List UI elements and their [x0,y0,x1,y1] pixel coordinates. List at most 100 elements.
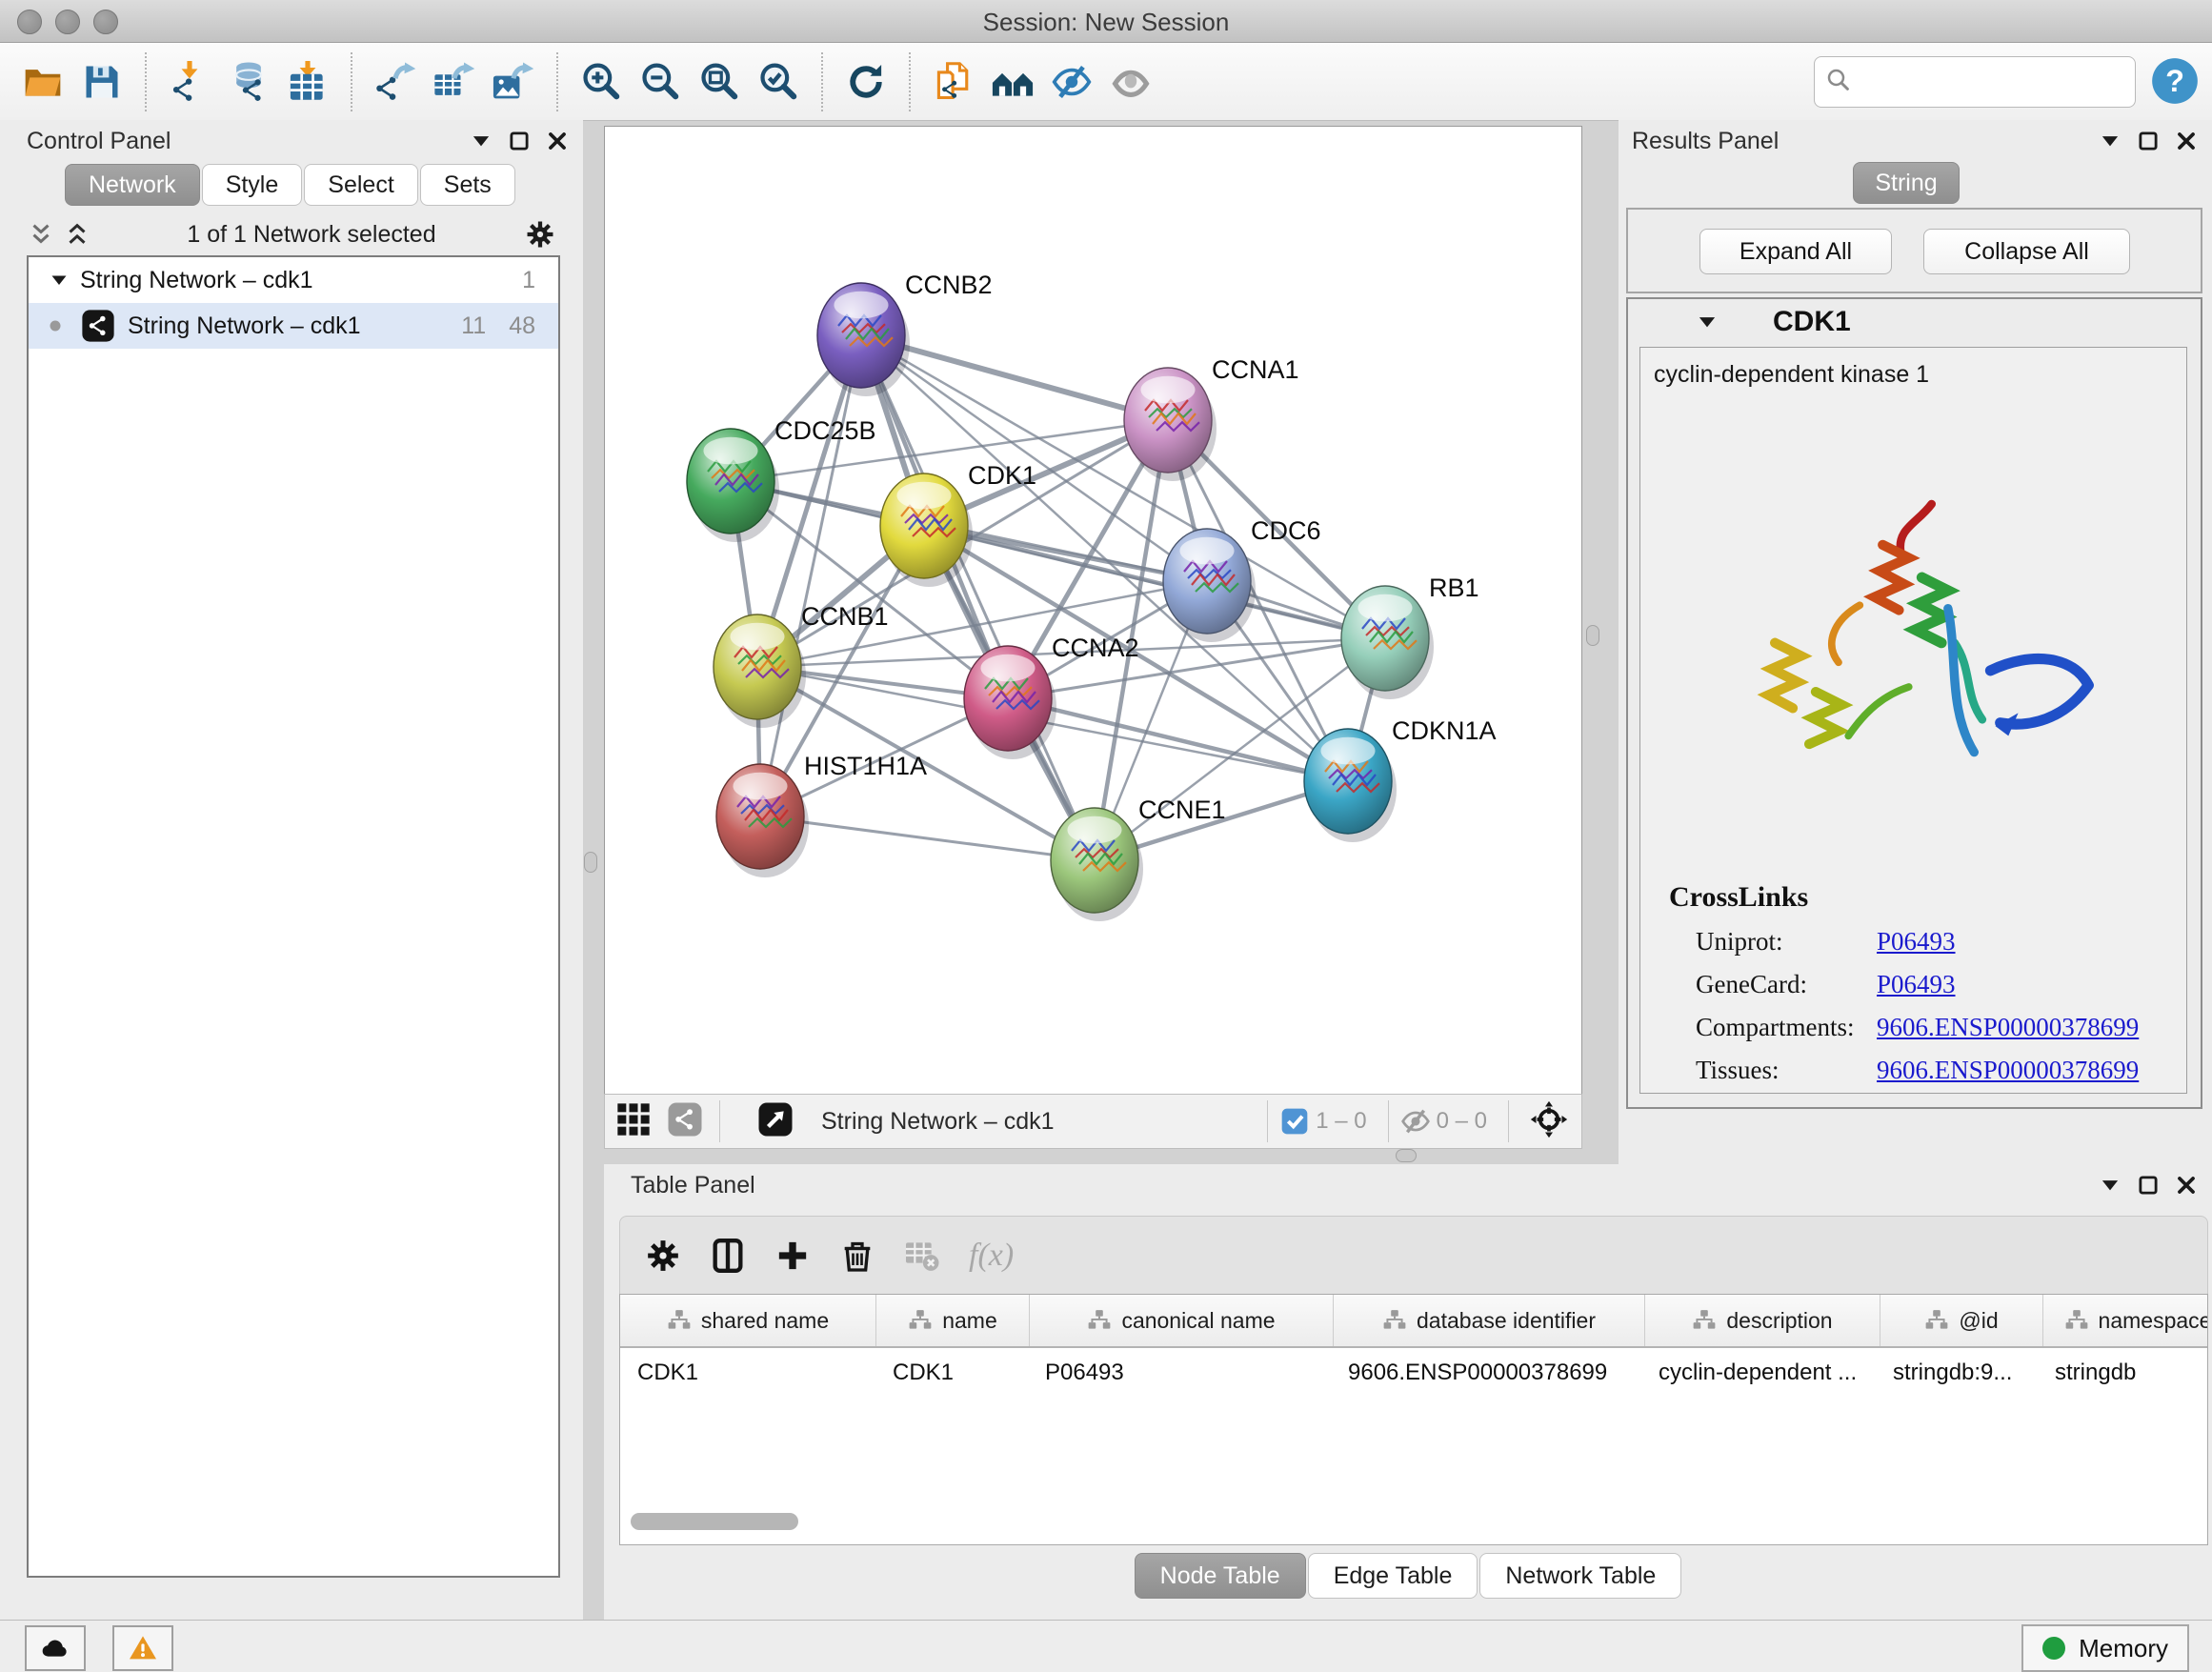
panel-menu-icon[interactable] [2098,1173,2122,1198]
column-header[interactable]: @id [1880,1295,2043,1346]
export-image-icon[interactable] [489,57,538,107]
float-panel-icon[interactable] [2136,129,2161,153]
memory-button[interactable]: Memory [2021,1624,2189,1672]
column-header[interactable]: canonical name [1030,1295,1334,1346]
import-table-icon[interactable] [283,57,332,107]
show-all-icon[interactable] [1106,57,1156,107]
selected-checkbox-icon[interactable] [1279,1106,1310,1137]
delete-column-icon[interactable] [835,1234,879,1278]
table-cell[interactable]: P06493 [1028,1360,1331,1386]
search-box[interactable] [1814,56,2136,108]
network-thumbnail-icon[interactable] [666,1100,708,1142]
gene-section: CDK1 cyclin-dependent kinase 1 [1626,297,2202,1109]
column-header[interactable]: database identifier [1334,1295,1645,1346]
column-header[interactable]: description [1645,1295,1880,1346]
column-header[interactable]: name [876,1295,1030,1346]
tab-style[interactable]: Style [202,164,303,206]
panel-menu-icon[interactable] [2098,129,2122,153]
export-table-icon[interactable] [430,57,479,107]
expand-collapse-box: Expand All Collapse All [1626,208,2202,293]
refresh-view-icon[interactable] [841,57,891,107]
node-table[interactable]: shared namenamecanonical namedatabase id… [619,1294,2208,1545]
first-neighbors-icon[interactable] [988,57,1037,107]
expand-collection-icon[interactable] [48,269,70,292]
network-view-title: String Network – cdk1 [821,1108,1256,1136]
table-header-row: shared namenamecanonical namedatabase id… [620,1295,2207,1348]
horizontal-scrollbar[interactable] [631,1513,798,1530]
fit-selected-crosshair-icon[interactable] [1530,1100,1572,1142]
control-panel-tabs: Network Style Select Sets [65,164,517,206]
network-graph[interactable]: CCNB2CCNA1CDC25BCDK1CDC6RB1CCNB1CCNA2CDK… [605,127,1581,1095]
table-panel-title: Table Panel [631,1172,755,1199]
import-network-database-icon[interactable] [224,57,273,107]
table-cell[interactable]: 9606.ENSP00000378699 [1331,1360,1641,1386]
tab-sets[interactable]: Sets [420,164,515,206]
results-panel-title: Results Panel [1632,128,1779,155]
column-header[interactable]: shared name [620,1295,876,1346]
close-panel-icon[interactable] [545,129,570,153]
splitter-handle[interactable] [584,852,597,873]
table-cell[interactable]: stringdb:9... [1876,1360,2038,1386]
zoom-out-icon[interactable] [635,57,685,107]
open-session-icon[interactable] [18,57,68,107]
zoom-in-icon[interactable] [576,57,626,107]
show-columns-icon[interactable] [706,1234,750,1278]
title-bar: Session: New Session [0,0,2212,43]
network-row[interactable]: String Network – cdk1 11 48 [29,303,558,349]
float-panel-icon[interactable] [2136,1173,2161,1198]
tab-node-table[interactable]: Node Table [1135,1553,1306,1599]
collapse-gene-icon[interactable] [1695,310,1719,334]
add-column-icon[interactable] [771,1234,814,1278]
column-header[interactable]: namespace [2043,1295,2208,1346]
collapse-all-icon[interactable] [27,220,55,249]
close-panel-icon[interactable] [2174,129,2199,153]
clone-network-icon[interactable] [929,57,978,107]
close-panel-icon[interactable] [2174,1173,2199,1198]
crosslink-compartments[interactable]: 9606.ENSP00000378699 [1877,1013,2139,1042]
import-network-file-icon[interactable] [165,57,214,107]
tab-select[interactable]: Select [304,164,417,206]
zoom-fit-icon[interactable] [694,57,744,107]
expand-all-button[interactable]: Expand All [1699,229,1892,274]
crosslink-uniprot[interactable]: P06493 [1877,927,1956,957]
svg-text:RB1: RB1 [1429,574,1479,602]
hidden-eye-icon[interactable] [1400,1106,1431,1137]
network-options-gear-icon[interactable] [524,218,556,251]
table-cell[interactable]: CDK1 [875,1360,1028,1386]
birdseye-grid-icon[interactable] [614,1100,656,1142]
tab-edge-table[interactable]: Edge Table [1308,1553,1478,1599]
tab-network[interactable]: Network [65,164,200,206]
collapse-all-button[interactable]: Collapse All [1923,229,2130,274]
table-row[interactable]: CDK1CDK1P064939606.ENSP00000378699cyclin… [620,1348,2207,1398]
export-network-icon[interactable] [371,57,420,107]
tab-string[interactable]: String [1853,162,1960,204]
panel-menu-icon[interactable] [469,129,493,153]
warnings-button[interactable] [112,1625,173,1671]
network-collection-row[interactable]: String Network – cdk1 1 [29,257,558,303]
gene-header-row[interactable]: CDK1 [1628,299,2201,345]
network-icon [80,308,116,344]
hide-selected-icon[interactable] [1047,57,1096,107]
crosslink-genecard[interactable]: P06493 [1877,970,1956,999]
table-cell[interactable]: CDK1 [620,1360,875,1386]
splitter-handle[interactable] [1586,625,1599,646]
detach-view-icon[interactable] [756,1100,798,1142]
tab-network-table[interactable]: Network Table [1479,1553,1681,1599]
svg-text:?: ? [2165,64,2184,98]
table-cell[interactable]: stringdb [2038,1360,2208,1386]
splitter-handle[interactable] [1396,1149,1417,1162]
table-options-gear-icon[interactable] [641,1234,685,1278]
network-canvas[interactable]: CCNB2CCNA1CDC25BCDK1CDC6RB1CCNB1CCNA2CDK… [604,126,1582,1096]
crosslink-tissues[interactable]: 9606.ENSP00000378699 [1877,1056,2139,1085]
table-cell[interactable]: cyclin-dependent ... [1641,1360,1876,1386]
save-session-icon[interactable] [77,57,127,107]
cloud-services-button[interactable] [25,1625,86,1671]
search-input[interactable] [1860,68,2160,96]
help-button[interactable]: ? [2150,56,2200,106]
zoom-selected-icon[interactable] [754,57,803,107]
network-label: String Network – cdk1 [128,312,361,340]
float-panel-icon[interactable] [507,129,532,153]
svg-text:CCNE1: CCNE1 [1138,796,1226,824]
crosslink-label: Tissues: [1696,1056,1877,1085]
expand-all-icon[interactable] [63,220,91,249]
